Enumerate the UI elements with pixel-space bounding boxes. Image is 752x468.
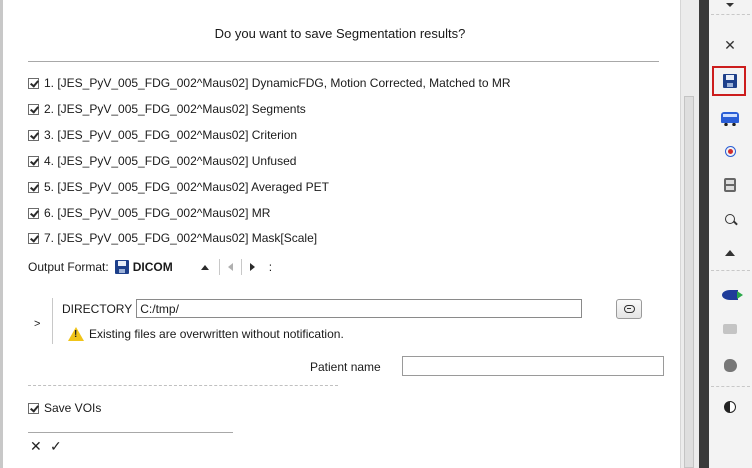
warning-icon: !: [68, 327, 84, 341]
save-item-6[interactable]: 6. [JES_PyV_005_FDG_002^Maus02] MR: [28, 205, 270, 221]
floppy-icon: [114, 260, 129, 274]
save-item-label: 3. [JES_PyV_005_FDG_002^Maus02] Criterio…: [44, 128, 298, 142]
directory-label: DIRECTORY: [62, 301, 133, 316]
output-format-value[interactable]: DICOM: [133, 260, 173, 274]
expander-toggle[interactable]: >: [34, 318, 40, 330]
save-item-3[interactable]: 3. [JES_PyV_005_FDG_002^Maus02] Criterio…: [28, 127, 297, 143]
output-format-label: Output Format:: [28, 260, 109, 274]
format-colon: :: [268, 260, 273, 274]
directory-input[interactable]: [136, 299, 583, 318]
fish-icon[interactable]: [719, 286, 743, 304]
save-item-label: 5. [JES_PyV_005_FDG_002^Maus02] Averaged…: [44, 180, 329, 194]
save-item-1[interactable]: 1. [JES_PyV_005_FDG_002^Maus02] DynamicF…: [28, 75, 511, 91]
previous-icon[interactable]: [227, 263, 233, 271]
patient-name-label: Patient name: [310, 360, 381, 374]
patient-name-input[interactable]: [402, 356, 664, 376]
next-icon[interactable]: [249, 263, 255, 271]
bus-icon[interactable]: [719, 108, 741, 126]
collapse-icon[interactable]: [719, 0, 741, 10]
save-item-4[interactable]: 4. [JES_PyV_005_FDG_002^Maus02] Unfused: [28, 153, 296, 169]
save-item-label: 2. [JES_PyV_005_FDG_002^Maus02] Segments: [44, 102, 306, 116]
subpanel-line: [52, 298, 53, 344]
overwrite-warning: ! Existing files are overwritten without…: [68, 327, 344, 341]
save-vois-label: Save VOIs: [44, 401, 102, 415]
control-icon[interactable]: [719, 176, 741, 194]
save-item-5[interactable]: 5. [JES_PyV_005_FDG_002^Maus02] Averaged…: [28, 179, 329, 195]
checkbox[interactable]: [28, 402, 39, 414]
checkbox[interactable]: [28, 181, 39, 193]
options-divider: [28, 385, 338, 386]
ok-button[interactable]: ✓: [50, 438, 62, 455]
panel-divider[interactable]: [699, 0, 709, 468]
checkbox[interactable]: [28, 129, 39, 141]
warning-text: Existing files are overwritten without n…: [89, 327, 344, 341]
save-icon[interactable]: [719, 72, 741, 90]
save-dialog: Do you want to save Segmentation results…: [0, 0, 680, 468]
scrollbar-thumb[interactable]: [684, 96, 694, 468]
toolbar-separator: [711, 14, 750, 15]
dialog-title: Do you want to save Segmentation results…: [214, 26, 466, 41]
toolbar-separator: [711, 386, 750, 387]
save-item-label: 1. [JES_PyV_005_FDG_002^Maus02] DynamicF…: [44, 76, 511, 90]
separator: [240, 259, 242, 275]
checkbox[interactable]: [28, 103, 39, 115]
close-icon[interactable]: ✕: [719, 36, 741, 54]
output-format-row: Output Format: DICOM :: [28, 258, 272, 276]
browse-button[interactable]: [616, 299, 642, 319]
checkbox[interactable]: [28, 232, 39, 244]
separator: [218, 259, 220, 275]
checkbox[interactable]: [28, 155, 39, 167]
browse-icon: [623, 305, 635, 313]
print-icon[interactable]: [719, 320, 741, 338]
save-item-label: 6. [JES_PyV_005_FDG_002^Maus02] MR: [44, 206, 271, 220]
zoom-icon[interactable]: [719, 210, 741, 228]
checkbox[interactable]: [28, 207, 39, 219]
contrast-icon[interactable]: [719, 398, 741, 416]
head-icon[interactable]: [719, 356, 741, 374]
dialog-border: [0, 0, 3, 468]
save-item-label: 4. [JES_PyV_005_FDG_002^Maus02] Unfused: [44, 154, 297, 168]
directory-row: DIRECTORY: [62, 299, 583, 318]
save-item-7[interactable]: 7. [JES_PyV_005_FDG_002^Maus02] Mask[Sca…: [28, 230, 317, 246]
cancel-button[interactable]: ✕: [30, 438, 42, 455]
save-vois-checkbox-row[interactable]: Save VOIs: [28, 400, 101, 416]
format-dropdown-icon[interactable]: [200, 264, 209, 270]
triangle-up-icon[interactable]: [719, 244, 741, 262]
target-icon[interactable]: [719, 142, 741, 160]
actions-divider: [28, 432, 233, 433]
title-divider: [28, 61, 659, 62]
toolbar-separator: [711, 270, 750, 271]
checkbox[interactable]: [28, 77, 39, 89]
save-item-label: 7. [JES_PyV_005_FDG_002^Maus02] Mask[Sca…: [44, 231, 318, 245]
save-item-2[interactable]: 2. [JES_PyV_005_FDG_002^Maus02] Segments: [28, 101, 306, 117]
